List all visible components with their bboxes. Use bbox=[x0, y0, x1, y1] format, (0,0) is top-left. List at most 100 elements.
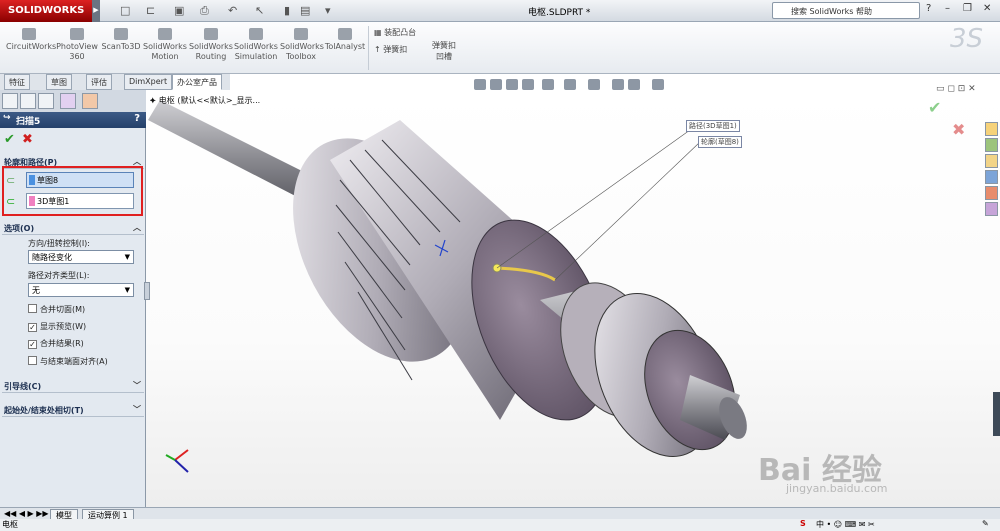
more-icon[interactable]: ▾ bbox=[325, 4, 331, 17]
document-title: 电枢.SLDPRT * bbox=[528, 8, 591, 18]
feature-tree-flyout[interactable]: ⯌ 电枢 (默认<<默认>_显示... bbox=[150, 95, 260, 106]
panel-help-button[interactable]: ? bbox=[134, 113, 140, 124]
restore-icon[interactable]: ❐ bbox=[963, 3, 972, 14]
close-icon[interactable]: ✕ bbox=[983, 3, 991, 14]
apply-scene-icon[interactable] bbox=[628, 79, 640, 90]
motion-button[interactable]: SolidWorks Motion bbox=[143, 28, 187, 62]
open-file-icon[interactable]: ⊏ bbox=[146, 4, 155, 17]
tangency-section-header[interactable]: 起始处/结束处相切(T) ﹀ bbox=[2, 404, 144, 417]
print-icon[interactable]: ⎙ bbox=[200, 4, 209, 18]
manager-tabs bbox=[0, 90, 146, 112]
photoview-button[interactable]: PhotoView 360 bbox=[56, 28, 98, 62]
routing-button[interactable]: SolidWorks Routing bbox=[189, 28, 233, 62]
minimize-icon[interactable]: – bbox=[945, 3, 950, 14]
part-icon: ⯌ bbox=[150, 96, 159, 105]
save-icon[interactable]: ▣ bbox=[174, 4, 184, 17]
orientation-select[interactable]: 随路径变化 ▼ bbox=[28, 250, 134, 264]
motion-icon bbox=[158, 28, 172, 40]
scroll-handle[interactable] bbox=[993, 392, 1000, 436]
configuration-manager-tab-icon[interactable] bbox=[38, 93, 54, 109]
help-search-input[interactable]: 搜索 SolidWorks 帮助 bbox=[772, 2, 920, 19]
tab-dimxpert[interactable]: DimXpert bbox=[124, 74, 173, 90]
guide-curves-section-header[interactable]: 引导线(C) ﹀ bbox=[2, 380, 144, 393]
tab-features[interactable]: 特征 bbox=[4, 74, 30, 90]
file-explorer-icon[interactable] bbox=[985, 154, 998, 168]
snap-hook-groove-button[interactable]: 弹簧扣 凹槽 bbox=[432, 40, 456, 62]
snap-hook-button[interactable]: ↑ 弹簧扣 bbox=[374, 44, 407, 55]
scanto3d-button[interactable]: ScanTo3D bbox=[100, 28, 142, 52]
design-library-icon[interactable] bbox=[985, 138, 998, 152]
circuitworks-button[interactable]: CircuitWorks bbox=[6, 28, 56, 52]
undo-icon[interactable]: ↶ bbox=[228, 4, 237, 17]
options-icon[interactable]: ▤ bbox=[300, 4, 310, 17]
ime-mode-icons[interactable]: 中 • ☺ ⌨ ✉ ✂ bbox=[816, 519, 875, 530]
section-view-icon[interactable] bbox=[522, 79, 534, 90]
ok-button[interactable]: ✔ bbox=[4, 132, 15, 147]
simulation-button[interactable]: SolidWorks Simulation bbox=[234, 28, 278, 62]
select-icon[interactable]: ↖ bbox=[255, 4, 264, 17]
sweep-icon: ↪ bbox=[3, 113, 11, 123]
scanto3d-icon bbox=[114, 28, 128, 40]
zoom-area-icon[interactable] bbox=[490, 79, 502, 90]
display-style-icon[interactable] bbox=[564, 79, 576, 90]
confirm-cancel-icon[interactable]: ✖ bbox=[952, 120, 965, 139]
new-file-icon[interactable]: □ bbox=[120, 4, 130, 17]
tab-evaluate[interactable]: 评估 bbox=[86, 74, 112, 90]
property-manager-tab-icon[interactable] bbox=[20, 93, 36, 109]
panel-collapse-handle[interactable] bbox=[144, 282, 150, 300]
help-icon[interactable]: ? bbox=[926, 3, 931, 14]
zoom-fit-icon[interactable] bbox=[474, 79, 486, 90]
routing-icon bbox=[204, 28, 218, 40]
feature-manager-tab-icon[interactable] bbox=[2, 93, 18, 109]
display-manager-tab-icon[interactable] bbox=[82, 93, 98, 109]
dropdown-arrow-icon: ▼ bbox=[124, 286, 130, 294]
collapse-icon: ︿ bbox=[133, 223, 141, 232]
view-settings-icon[interactable] bbox=[652, 79, 664, 90]
graphics-area[interactable]: 路径(3D草图1) 轮廓(草图8) ✔ ✖ ▭ ◻ ⊡ ✕ Bai 经验 jin… bbox=[146, 84, 1000, 507]
merge-result-checkbox[interactable]: ✓ 合并结果(R) bbox=[28, 338, 84, 349]
dimxpert-tab-icon[interactable] bbox=[60, 93, 76, 109]
toolbox-icon bbox=[294, 28, 308, 40]
profile-field[interactable]: 草图8 bbox=[26, 172, 134, 188]
view-palette-icon[interactable] bbox=[985, 170, 998, 184]
status-bar: 电枢 S 中 • ☺ ⌨ ✉ ✂ ✎ bbox=[0, 519, 1000, 531]
ime-icon[interactable]: S bbox=[800, 519, 806, 528]
hide-show-icon[interactable] bbox=[588, 79, 600, 90]
merge-tangent-checkbox[interactable]: 合并切面(M) bbox=[28, 304, 85, 315]
mounting-boss-button[interactable]: ▦ 装配凸台 bbox=[374, 27, 416, 38]
toolbox-button[interactable]: SolidWorks Toolbox bbox=[280, 28, 324, 62]
view-orientation-icon[interactable] bbox=[542, 79, 554, 90]
resources-icon[interactable] bbox=[985, 122, 998, 136]
previous-view-icon[interactable] bbox=[506, 79, 518, 90]
alignment-label: 路径对齐类型(L): bbox=[28, 271, 90, 280]
simulation-icon bbox=[249, 28, 263, 40]
confirm-ok-icon[interactable]: ✔ bbox=[928, 98, 941, 117]
leader-line-1 bbox=[496, 129, 691, 269]
panel-title: 扫描5 bbox=[16, 117, 41, 127]
baidu-watermark-url: jingyan.baidu.com bbox=[786, 482, 888, 495]
rebuild-icon[interactable]: ▮ bbox=[284, 4, 290, 17]
ds-logo-icon: 3S bbox=[950, 24, 984, 54]
options-section-header[interactable]: 选项(O) ︿ bbox=[2, 222, 144, 235]
show-preview-checkbox[interactable]: ✓ 显示预览(W) bbox=[28, 321, 86, 332]
panel-header: ↪ 扫描5 ? bbox=[0, 112, 146, 128]
solidworks-logo[interactable]: SOLIDWORKS bbox=[0, 0, 92, 22]
align-end-faces-checkbox[interactable]: 与结束端面对齐(A) bbox=[28, 356, 108, 367]
expand-icon: ﹀ bbox=[133, 381, 141, 390]
axis-triad bbox=[165, 449, 189, 473]
path-field[interactable]: 3D草图1 bbox=[26, 193, 134, 209]
edit-icon[interactable]: ✎ bbox=[982, 519, 989, 528]
cancel-button[interactable]: ✖ bbox=[22, 132, 33, 147]
edit-appearance-icon[interactable] bbox=[612, 79, 624, 90]
dropdown-arrow-icon: ▼ bbox=[124, 253, 130, 261]
custom-properties-icon[interactable] bbox=[985, 202, 998, 216]
tab-office-products[interactable]: 办公室产品 bbox=[172, 74, 222, 90]
alignment-select[interactable]: 无 ▼ bbox=[28, 283, 134, 297]
tab-scroll-arrows[interactable]: ◀◀ ◀ ▶ ▶▶ bbox=[4, 509, 49, 518]
tolanalyst-button[interactable]: TolAnalyst bbox=[324, 28, 366, 52]
view-window-controls[interactable]: ▭ ◻ ⊡ ✕ bbox=[936, 84, 976, 94]
tab-sketch[interactable]: 草图 bbox=[46, 74, 72, 90]
appearances-icon[interactable] bbox=[985, 186, 998, 200]
property-manager: ↪ 扫描5 ? ✔ ✖ 轮廓和路径(P) ︿ ⊂ 草图8 ⊂ 3D草图1 选项(O… bbox=[0, 90, 150, 507]
menu-arrow-icon[interactable]: ▶ bbox=[92, 0, 100, 22]
